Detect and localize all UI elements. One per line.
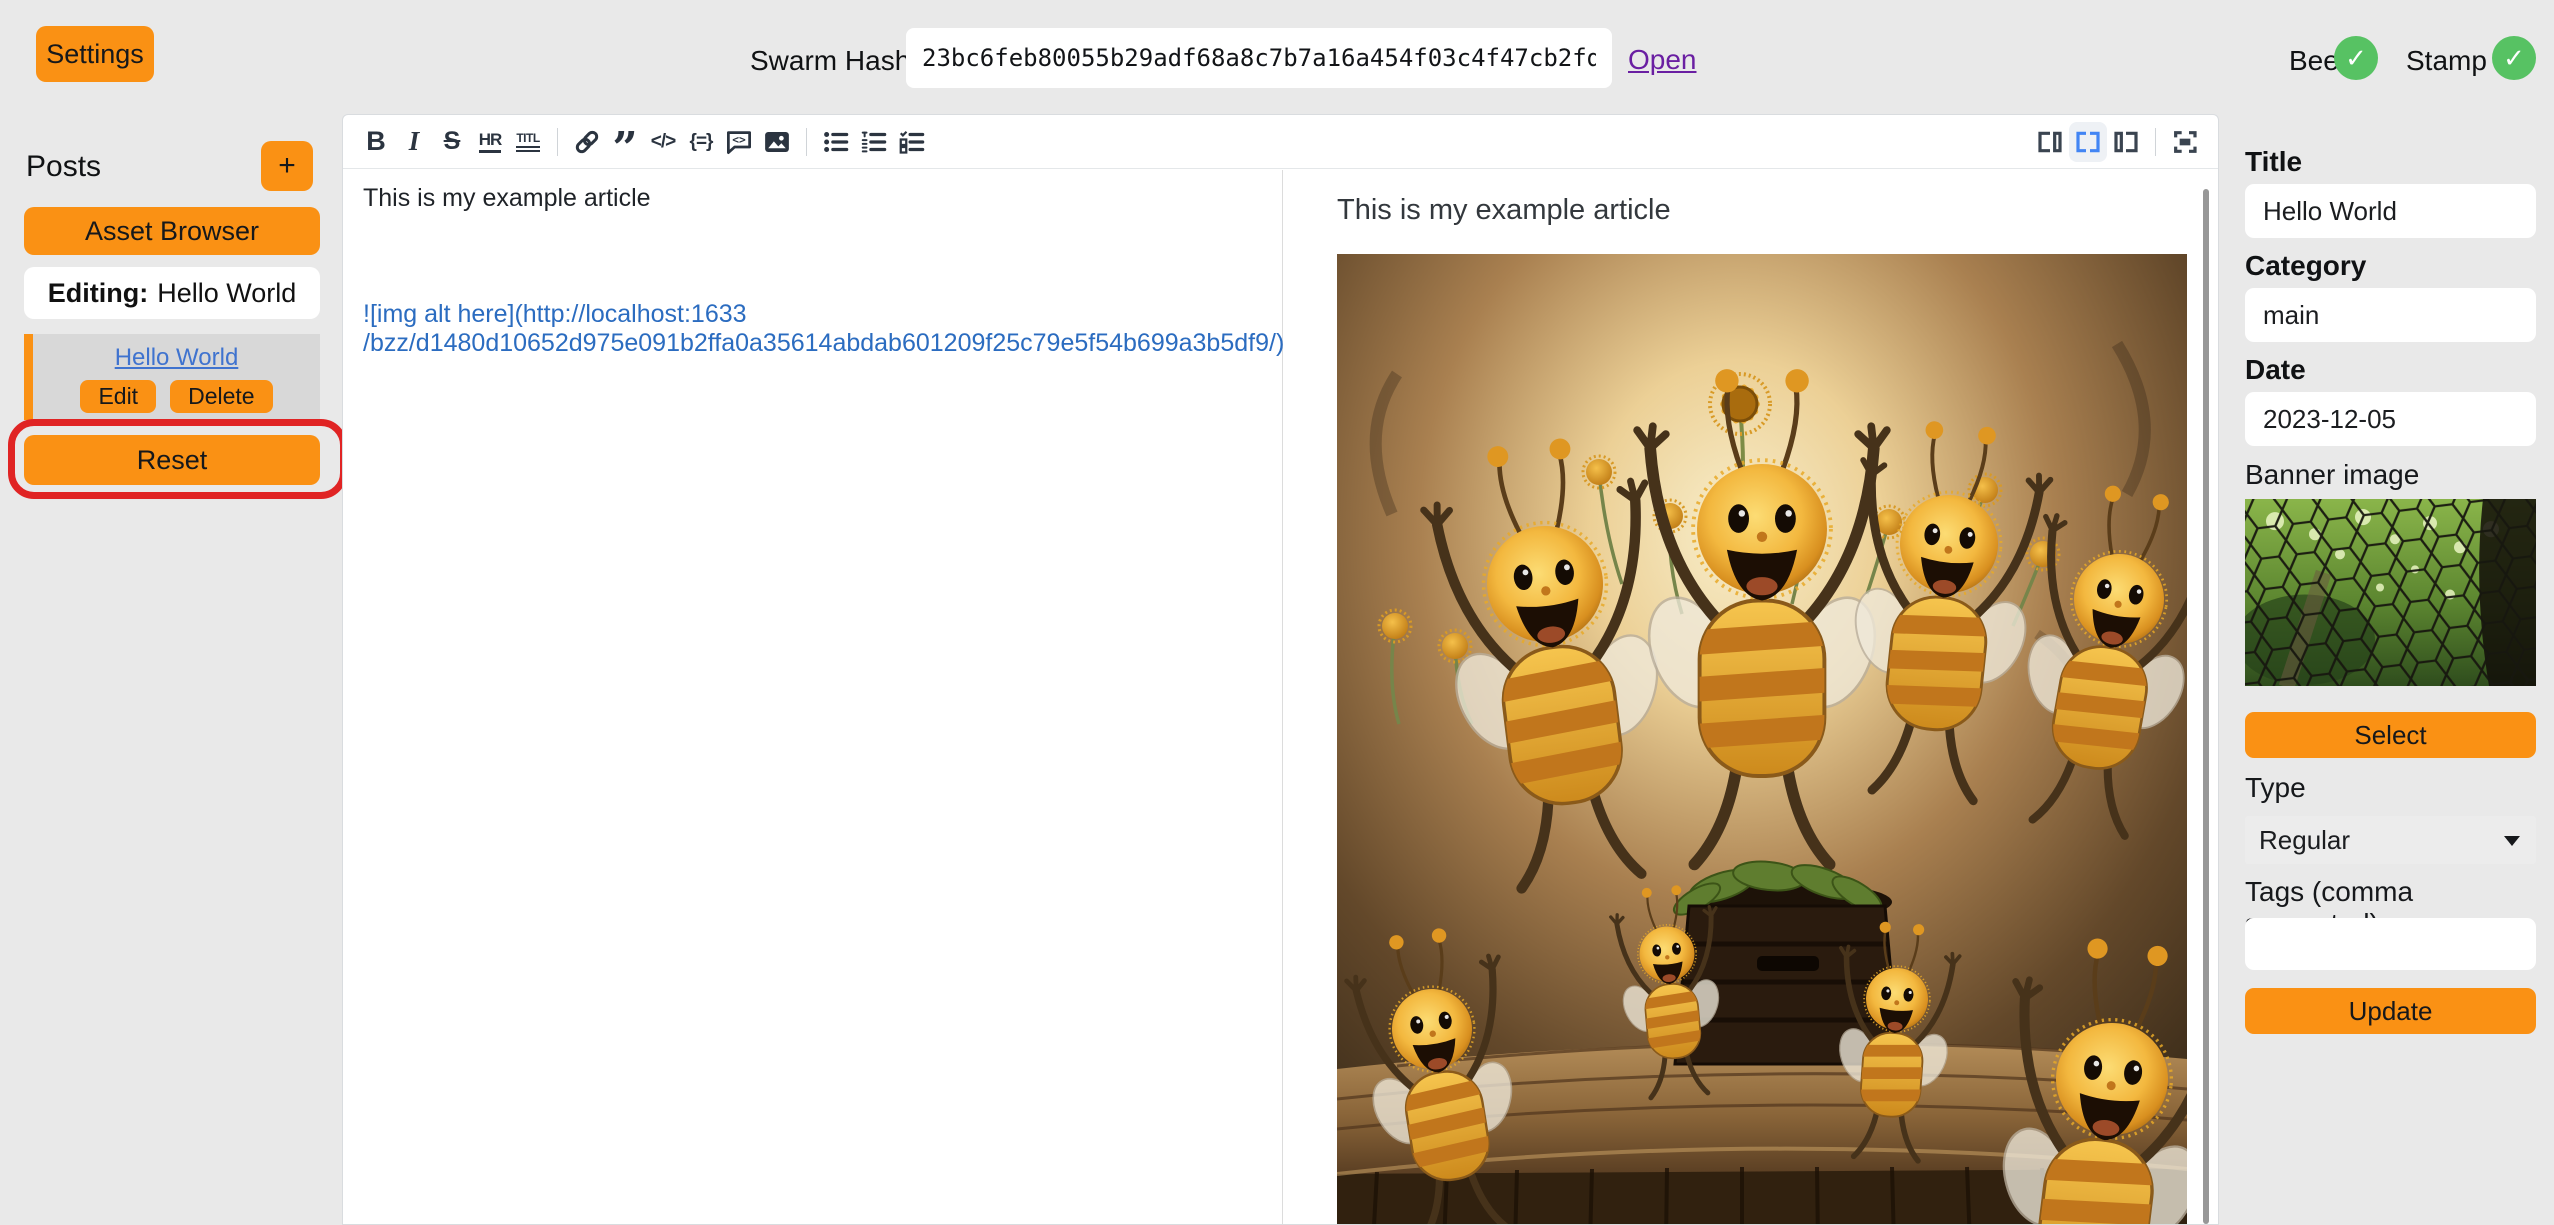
- editor-only-view-icon[interactable]: [2031, 122, 2069, 162]
- source-line-blank: [363, 213, 1262, 242]
- delete-post-button[interactable]: Delete: [170, 380, 272, 413]
- dancing-bees-artwork-image: [1337, 254, 2187, 1224]
- type-select-wrapper: Regular: [2245, 816, 2536, 864]
- split-view-icon[interactable]: [2069, 122, 2107, 162]
- category-label: Category: [2245, 250, 2366, 282]
- editor-toolbar: B I S HR TITL ” </> {=} <>: [343, 115, 2218, 169]
- banner-image-label: Banner image: [2245, 459, 2419, 491]
- title-label: Title: [2245, 146, 2302, 178]
- markdown-preview: This is my example article: [1284, 170, 2218, 1224]
- post-title-link[interactable]: Hello World: [115, 344, 239, 372]
- strikethrough-icon[interactable]: S: [433, 122, 471, 162]
- editing-prefix: Editing:: [48, 278, 148, 309]
- markdown-editor: B I S HR TITL ” </> {=} <>: [342, 114, 2219, 1225]
- source-line: This is my example article: [363, 184, 1262, 213]
- asset-browser-button[interactable]: Asset Browser: [24, 207, 320, 255]
- update-button[interactable]: Update: [2245, 988, 2536, 1034]
- comment-code-icon[interactable]: <>: [720, 122, 758, 162]
- source-image-markdown-line: /bzz/d1480d10652d975e091b2ffa0a35614abda…: [363, 329, 1262, 358]
- editor-view-controls: [2031, 122, 2204, 162]
- open-link[interactable]: Open: [1628, 44, 1697, 76]
- banner-image-thumbnail: [2245, 499, 2536, 686]
- ordered-list-icon[interactable]: [855, 122, 893, 162]
- source-image-markdown-line: ![img alt here](http://localhost:1633: [363, 300, 1262, 329]
- toolbar-separator: [2155, 128, 2156, 156]
- category-input[interactable]: [2245, 288, 2536, 342]
- link-icon[interactable]: [568, 122, 606, 162]
- posts-heading: Posts: [26, 150, 101, 184]
- select-banner-button[interactable]: Select: [2245, 712, 2536, 758]
- source-line-blank: [363, 242, 1262, 271]
- preview-paragraph: This is my example article: [1337, 194, 2218, 227]
- settings-button[interactable]: Settings: [36, 26, 154, 82]
- title-input[interactable]: [2245, 184, 2536, 238]
- app-root: Settings Swarm Hash Open Bee ✓ Stamp ✓ P…: [0, 0, 2554, 1225]
- preview-only-view-icon[interactable]: [2107, 122, 2145, 162]
- type-select[interactable]: Regular: [2245, 816, 2536, 864]
- toolbar-separator: [557, 128, 558, 156]
- post-item-actions: Edit Delete: [80, 380, 272, 413]
- fullscreen-icon[interactable]: [2166, 122, 2204, 162]
- unordered-list-icon[interactable]: [817, 122, 855, 162]
- swarm-hash-input[interactable]: [906, 28, 1612, 88]
- editing-title: Hello World: [157, 278, 296, 309]
- horizontal-rule-icon[interactable]: HR: [471, 122, 509, 162]
- post-list-item: Hello World Edit Delete: [24, 334, 320, 420]
- editing-indicator: Editing: Hello World: [24, 267, 320, 319]
- preview-scrollbar[interactable]: [2203, 189, 2209, 1224]
- markdown-source-editor[interactable]: This is my example article ![img alt her…: [343, 170, 1283, 1224]
- heading-icon[interactable]: TITL: [509, 122, 547, 162]
- italic-icon[interactable]: I: [395, 122, 433, 162]
- date-input[interactable]: [2245, 392, 2536, 446]
- code-block-icon[interactable]: {=}: [682, 122, 720, 162]
- edit-post-button[interactable]: Edit: [80, 380, 156, 413]
- source-line-blank: [363, 271, 1262, 300]
- svg-text:<>: <>: [732, 133, 746, 146]
- swarm-hash-label: Swarm Hash: [750, 45, 910, 77]
- toolbar-separator: [806, 128, 807, 156]
- image-icon[interactable]: [758, 122, 796, 162]
- inline-code-icon[interactable]: </>: [644, 122, 682, 162]
- reset-button[interactable]: Reset: [24, 435, 320, 485]
- add-post-button[interactable]: +: [261, 141, 313, 191]
- bold-icon[interactable]: B: [357, 122, 395, 162]
- date-label: Date: [2245, 354, 2306, 386]
- task-list-icon[interactable]: [893, 122, 931, 162]
- post-properties-panel: Title Category Date Banner image: [2245, 0, 2536, 1225]
- type-label: Type: [2245, 772, 2306, 804]
- quote-icon[interactable]: ”: [606, 122, 644, 162]
- tags-input[interactable]: [2245, 918, 2536, 970]
